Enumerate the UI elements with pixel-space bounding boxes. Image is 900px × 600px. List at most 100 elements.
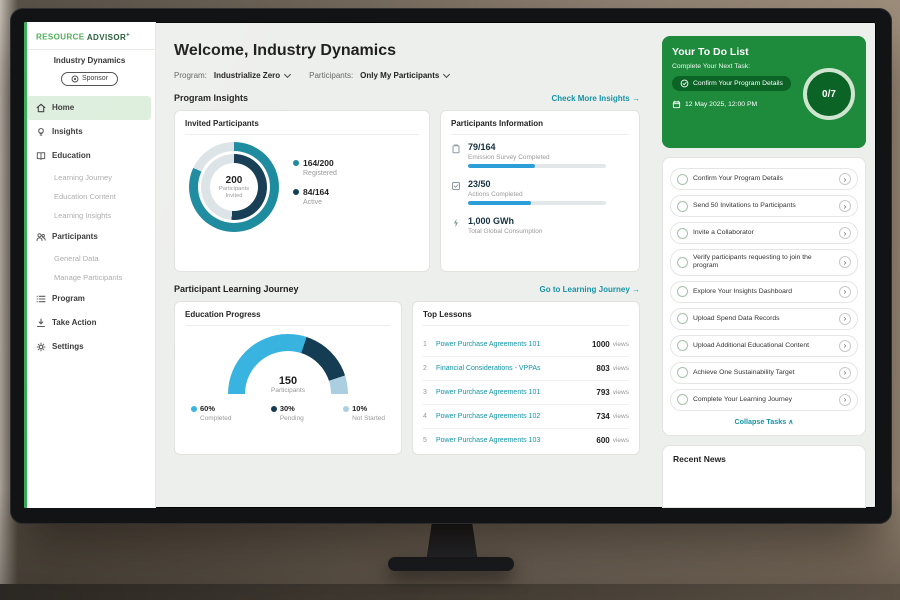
monitor-stand-base [388,557,514,571]
sponsor-badge[interactable]: Sponsor [61,72,118,86]
todo-panel: Your To Do List Complete Your Next Task:… [652,22,876,508]
lesson-link[interactable]: Power Purchase Agreements 102 [436,413,596,420]
sidebar-nav: Home Insights Education Learning Journey… [24,96,155,359]
nav-label: Home [52,103,74,112]
sidebar-item-manage-participants[interactable]: Manage Participants [24,268,155,287]
task-checkbox[interactable] [677,394,688,405]
chevron-right-icon[interactable]: › [839,173,851,185]
screen: RESOURCE ADVISOR+ Industry Dynamics Spon… [24,22,876,508]
chevron-down-icon [443,71,450,78]
task-checkbox[interactable] [677,340,688,351]
program-filter-label: Program: [174,71,207,80]
chevron-right-icon[interactable]: › [839,227,851,239]
lesson-row: 4 Power Purchase Agreements 102 734views [423,405,629,429]
education-gauge-chart: 150 Participants [228,334,348,394]
task-checkbox[interactable] [677,228,688,239]
nav-label: Participants [52,232,98,241]
legend-dot [293,160,299,166]
task-row[interactable]: Upload Additional Educational Content › [670,335,858,357]
stat-row-actions: 23/50 Actions Completed [451,179,629,205]
task-checkbox[interactable] [677,286,688,297]
clipboard-icon [451,144,461,154]
app-logo: RESOURCE ADVISOR+ [24,22,155,49]
energy-icon [451,218,461,228]
gear-icon [36,342,46,352]
people-icon [36,232,46,242]
sidebar: RESOURCE ADVISOR+ Industry Dynamics Spon… [24,22,156,508]
task-row[interactable]: Upload Spend Data Records › [670,308,858,330]
participants-filter-label: Participants: [309,71,353,80]
program-insights-title: Program Insights [174,93,248,103]
main-content: Welcome, Industry Dynamics Program: Indu… [156,22,652,508]
chevron-right-icon[interactable]: › [839,340,851,352]
lesson-link[interactable]: Power Purchase Agreements 101 [436,341,592,348]
dashboard: RESOURCE ADVISOR+ Industry Dynamics Spon… [24,22,876,508]
progress-bar [468,201,606,205]
sidebar-item-education-content[interactable]: Education Content [24,187,155,206]
task-checkbox[interactable] [677,367,688,378]
lesson-link[interactable]: Power Purchase Agreements 103 [436,437,596,444]
sidebar-item-insights[interactable]: Insights [24,120,155,144]
sidebar-item-learning-insights[interactable]: Learning Insights [24,206,155,225]
task-row[interactable]: Achieve One Sustainability Target › [670,362,858,384]
sidebar-item-general-data[interactable]: General Data [24,249,155,268]
task-row[interactable]: Invite a Collaborator › [670,222,858,244]
chevron-right-icon[interactable]: › [839,367,851,379]
participants-filter-select[interactable]: Only My Participants [360,71,449,80]
chevron-right-icon[interactable]: › [839,286,851,298]
chevron-right-icon[interactable]: › [839,313,851,325]
chevron-right-icon[interactable]: › [839,200,851,212]
sidebar-item-learning-journey[interactable]: Learning Journey [24,168,155,187]
task-row[interactable]: Complete Your Learning Journey › [670,389,858,411]
desk-edge [0,584,900,600]
home-icon [36,103,46,113]
task-row[interactable]: Confirm Your Program Details › [670,168,858,190]
go-to-learning-journey-link[interactable]: Go to Learning Journey → [540,285,640,294]
sidebar-item-education[interactable]: Education [24,144,155,168]
check-more-insights-link[interactable]: Check More Insights → [552,94,640,103]
task-checkbox[interactable] [677,257,688,268]
lightbulb-icon [36,127,46,137]
lesson-row: 3 Power Purchase Agreements 101 793views [423,381,629,405]
monitor-stand-neck [426,520,478,562]
stat-row-emission-survey: 79/164 Emission Survey Completed [451,142,629,168]
legend-dot [271,406,277,412]
task-row[interactable]: Explore Your Insights Dashboard › [670,281,858,303]
recent-news-title: Recent News [673,454,855,464]
task-row[interactable]: Send 50 Invitations to Participants › [670,195,858,217]
calendar-icon [672,100,681,109]
sidebar-item-program[interactable]: Program [24,287,155,311]
lesson-link[interactable]: Power Purchase Agreements 101 [436,389,596,396]
program-filter-select[interactable]: Industrialize Zero [214,71,290,80]
chevron-up-icon: ∧ [788,417,793,426]
sidebar-item-home[interactable]: Home [27,96,151,120]
task-checkbox[interactable] [677,201,688,212]
task-checkbox[interactable] [677,313,688,324]
progress-bar [468,164,606,168]
monitor-bezel: RESOURCE ADVISOR+ Industry Dynamics Spon… [10,8,892,524]
participants-information-card: Participants Information 79/164 Emission… [440,110,640,272]
task-row[interactable]: Verify participants requesting to join t… [670,249,858,276]
sidebar-item-settings[interactable]: Settings [24,335,155,359]
legend-dot [191,406,197,412]
lesson-row: 5 Power Purchase Agreements 103 600views [423,429,629,452]
collapse-tasks-link[interactable]: Collapse Tasks ∧ [670,417,858,426]
nav-label: Insights [52,127,83,136]
card-title: Participants Information [451,119,629,135]
sidebar-item-take-action[interactable]: Take Action [24,311,155,335]
sidebar-item-participants[interactable]: Participants [24,225,155,249]
legend-item-active: 84/164 Active [293,187,337,206]
lesson-link[interactable]: Financial Considerations - VPPAs [436,365,596,372]
check-circle-icon [680,79,689,88]
gauge-center: 150 Participants [228,375,348,394]
divider [24,49,155,50]
donut-center: 200 Participants Invited [210,163,258,211]
chevron-right-icon[interactable]: › [839,256,851,268]
next-task-chip[interactable]: Confirm Your Program Details [672,76,791,91]
chevron-right-icon[interactable]: › [839,394,851,406]
nav-label: Program [52,294,85,303]
task-checkbox[interactable] [677,174,688,185]
todo-progress-ring: 0/7 [803,68,855,120]
legend-dot [293,189,299,195]
education-progress-card: Education Progress 150 Participants [174,301,402,455]
